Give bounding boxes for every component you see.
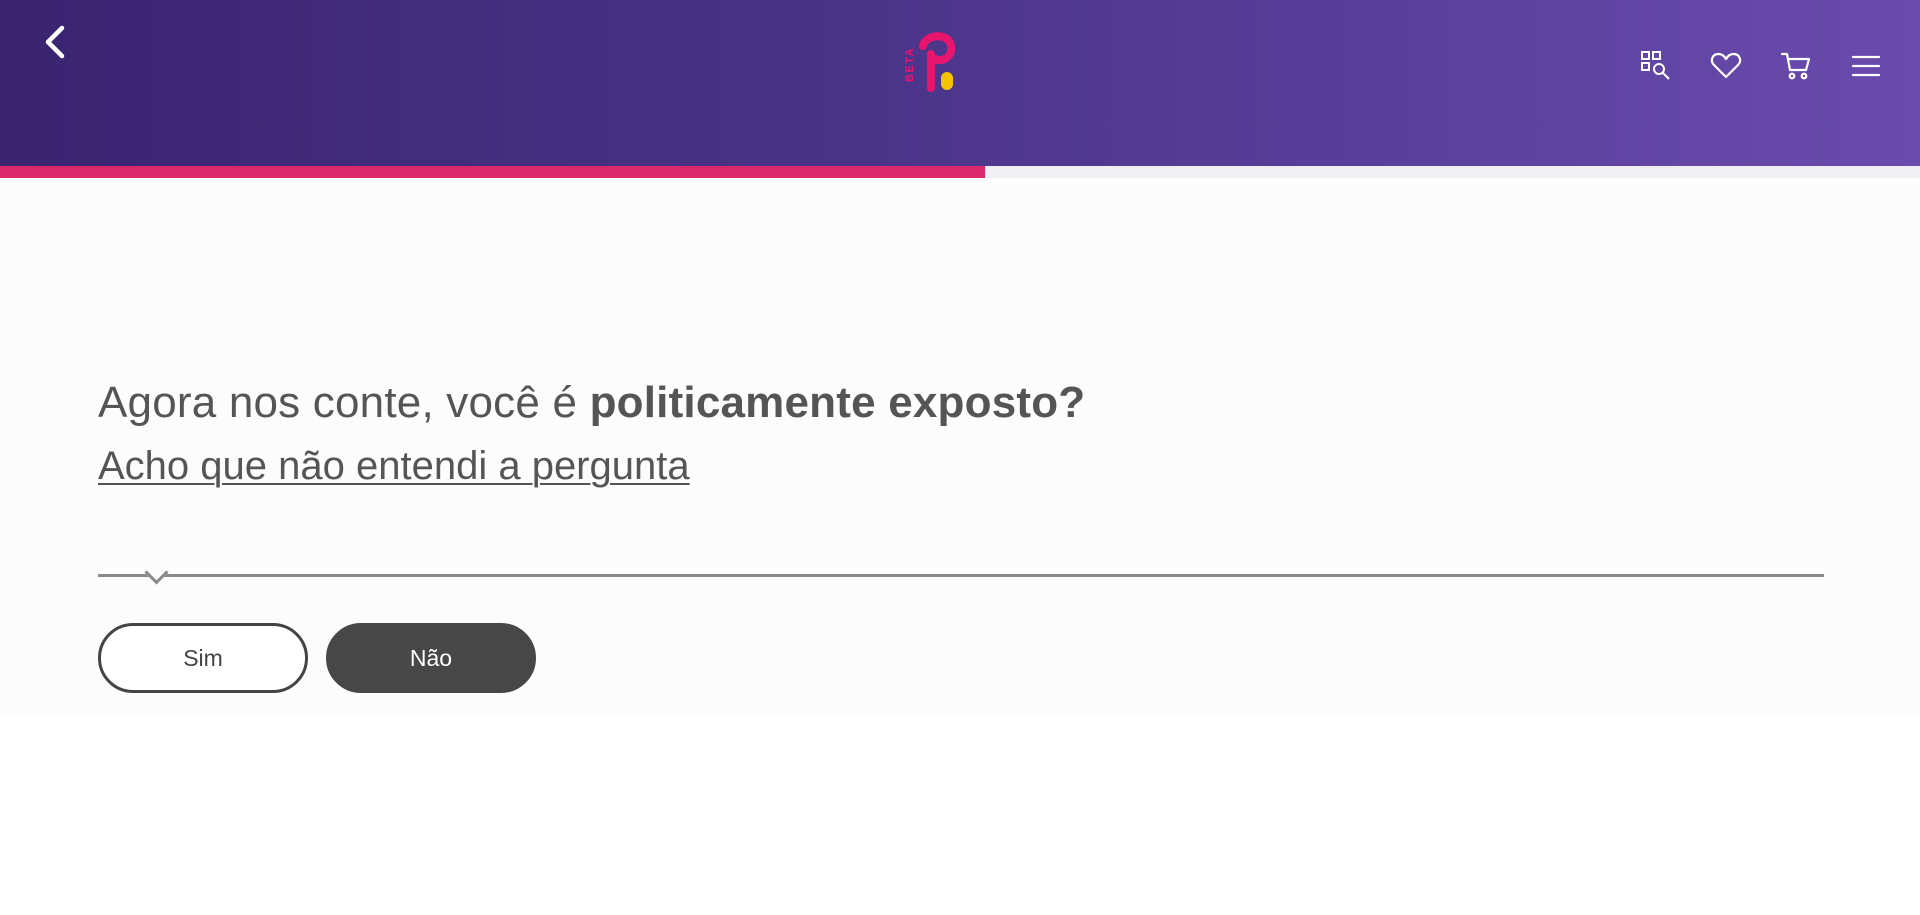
question-emphasis: politicamente exposto? <box>589 378 1086 427</box>
question-prefix: Agora nos conte, você é <box>98 378 590 427</box>
question-panel: Agora nos conte, você é politicamente ex… <box>0 178 1920 716</box>
answer-yes-button[interactable]: Sim <box>98 623 308 693</box>
logo-mark: BETA <box>904 32 956 92</box>
question-title: Agora nos conte, você é politicamente ex… <box>98 378 1085 428</box>
menu-button[interactable] <box>1850 50 1882 82</box>
help-link[interactable]: Acho que não entendi a pergunta <box>98 444 690 489</box>
beta-badge: BETA <box>904 47 916 82</box>
heart-icon <box>1710 52 1742 79</box>
hamburger-menu-icon <box>1851 55 1881 77</box>
answer-options: Sim Não <box>98 623 536 693</box>
cart-button[interactable] <box>1780 50 1812 82</box>
progress-bar <box>0 166 1920 178</box>
grid-search-icon <box>1641 51 1670 80</box>
cart-icon <box>1780 52 1811 80</box>
top-header: BETA <box>0 0 1920 166</box>
chevron-left-icon <box>45 25 65 59</box>
search-products-button[interactable] <box>1640 50 1672 82</box>
divider <box>98 574 1824 577</box>
answer-no-button[interactable]: Não <box>326 623 536 693</box>
brand-logo[interactable]: BETA <box>897 28 969 98</box>
favorites-button[interactable] <box>1710 50 1742 82</box>
header-actions <box>1640 50 1882 82</box>
progress-bar-fill <box>0 166 985 178</box>
back-button[interactable] <box>38 22 74 62</box>
divider-pointer <box>144 560 169 585</box>
